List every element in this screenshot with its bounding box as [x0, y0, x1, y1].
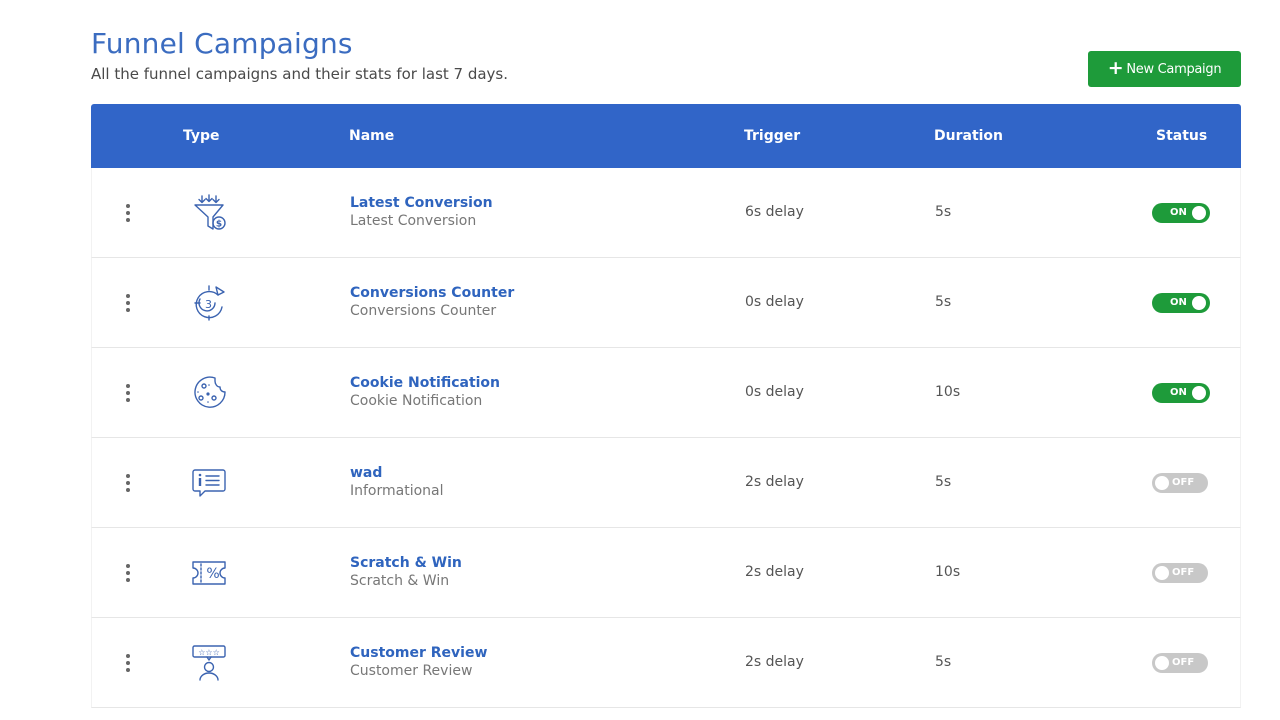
funnel-dollar-icon: $: [189, 193, 229, 233]
toggle-knob: [1155, 656, 1169, 670]
svg-text:%: %: [206, 566, 219, 582]
status-toggle-label: ON: [1170, 387, 1187, 398]
status-toggle[interactable]: ON: [1152, 293, 1210, 313]
campaign-type-label: Conversions Counter: [350, 303, 496, 319]
status-toggle[interactable]: OFF: [1152, 473, 1208, 493]
toggle-knob: [1155, 566, 1169, 580]
campaign-type-label: Customer Review: [350, 663, 472, 679]
table-row: % Scratch & Win Scratch & Win 2s delay 1…: [91, 528, 1241, 618]
new-campaign-button[interactable]: + New Campaign: [1088, 51, 1241, 87]
duration-value: 5s: [935, 294, 951, 310]
toggle-knob: [1155, 476, 1169, 490]
toggle-knob: [1192, 206, 1206, 220]
campaign-type-label: Cookie Notification: [350, 393, 482, 409]
campaign-type-label: Informational: [350, 483, 444, 499]
campaign-name-link[interactable]: Scratch & Win: [350, 555, 462, 571]
row-menu-kebab-icon[interactable]: [122, 382, 134, 404]
column-header-type: Type: [183, 128, 220, 144]
column-header-duration: Duration: [934, 128, 1003, 144]
trigger-value: 2s delay: [745, 654, 804, 670]
page-title: Funnel Campaigns: [91, 27, 353, 60]
counter-3-icon: 3: [189, 283, 229, 323]
duration-value: 5s: [935, 654, 951, 670]
campaign-name-link[interactable]: wad: [350, 465, 382, 481]
status-toggle-label: OFF: [1172, 567, 1194, 578]
plus-icon: +: [1108, 59, 1124, 78]
table-row: $ Latest Conversion Latest Conversion 6s…: [91, 168, 1241, 258]
trigger-value: 2s delay: [745, 474, 804, 490]
column-header-name: Name: [349, 128, 394, 144]
campaign-type-label: Latest Conversion: [350, 213, 476, 229]
table-header: Type Name Trigger Duration Status: [91, 104, 1241, 168]
toggle-knob: [1192, 296, 1206, 310]
status-toggle[interactable]: OFF: [1152, 653, 1208, 673]
campaign-name-link[interactable]: Cookie Notification: [350, 375, 500, 391]
status-toggle[interactable]: ON: [1152, 203, 1210, 223]
column-header-status: Status: [1156, 128, 1207, 144]
column-header-trigger: Trigger: [744, 128, 800, 144]
coupon-percent-icon: %: [189, 553, 229, 593]
svg-text:3: 3: [205, 298, 212, 311]
table-row: ☆☆☆ Customer Review Customer Review 2s d…: [91, 618, 1241, 708]
row-menu-kebab-icon[interactable]: [122, 472, 134, 494]
trigger-value: 6s delay: [745, 204, 804, 220]
table-body: $ Latest Conversion Latest Conversion 6s…: [91, 168, 1241, 708]
table-row: wad Informational 2s delay 5s OFF: [91, 438, 1241, 528]
trigger-value: 0s delay: [745, 294, 804, 310]
status-toggle-label: OFF: [1172, 477, 1194, 488]
row-menu-kebab-icon[interactable]: [122, 292, 134, 314]
campaign-name-link[interactable]: Latest Conversion: [350, 195, 493, 211]
cookie-icon: [189, 373, 229, 413]
table-row: 3 Conversions Counter Conversions Counte…: [91, 258, 1241, 348]
duration-value: 5s: [935, 204, 951, 220]
duration-value: 5s: [935, 474, 951, 490]
status-toggle-label: ON: [1170, 297, 1187, 308]
status-toggle-label: OFF: [1172, 657, 1194, 668]
duration-value: 10s: [935, 384, 960, 400]
trigger-value: 0s delay: [745, 384, 804, 400]
trigger-value: 2s delay: [745, 564, 804, 580]
row-menu-kebab-icon[interactable]: [122, 202, 134, 224]
page-subtitle: All the funnel campaigns and their stats…: [91, 65, 508, 83]
svg-text:☆☆☆: ☆☆☆: [198, 648, 220, 657]
new-campaign-label: New Campaign: [1126, 62, 1221, 77]
campaign-name-link[interactable]: Conversions Counter: [350, 285, 514, 301]
status-toggle[interactable]: OFF: [1152, 563, 1208, 583]
row-menu-kebab-icon[interactable]: [122, 652, 134, 674]
status-toggle-label: ON: [1170, 207, 1187, 218]
table-row: Cookie Notification Cookie Notification …: [91, 348, 1241, 438]
review-stars-icon: ☆☆☆: [189, 643, 229, 683]
row-menu-kebab-icon[interactable]: [122, 562, 134, 584]
info-chat-icon: [189, 463, 229, 503]
duration-value: 10s: [935, 564, 960, 580]
svg-text:$: $: [216, 220, 222, 230]
status-toggle[interactable]: ON: [1152, 383, 1210, 403]
campaign-name-link[interactable]: Customer Review: [350, 645, 487, 661]
campaign-type-label: Scratch & Win: [350, 573, 449, 589]
campaigns-table: Type Name Trigger Duration Status $ Late…: [91, 104, 1241, 708]
toggle-knob: [1192, 386, 1206, 400]
